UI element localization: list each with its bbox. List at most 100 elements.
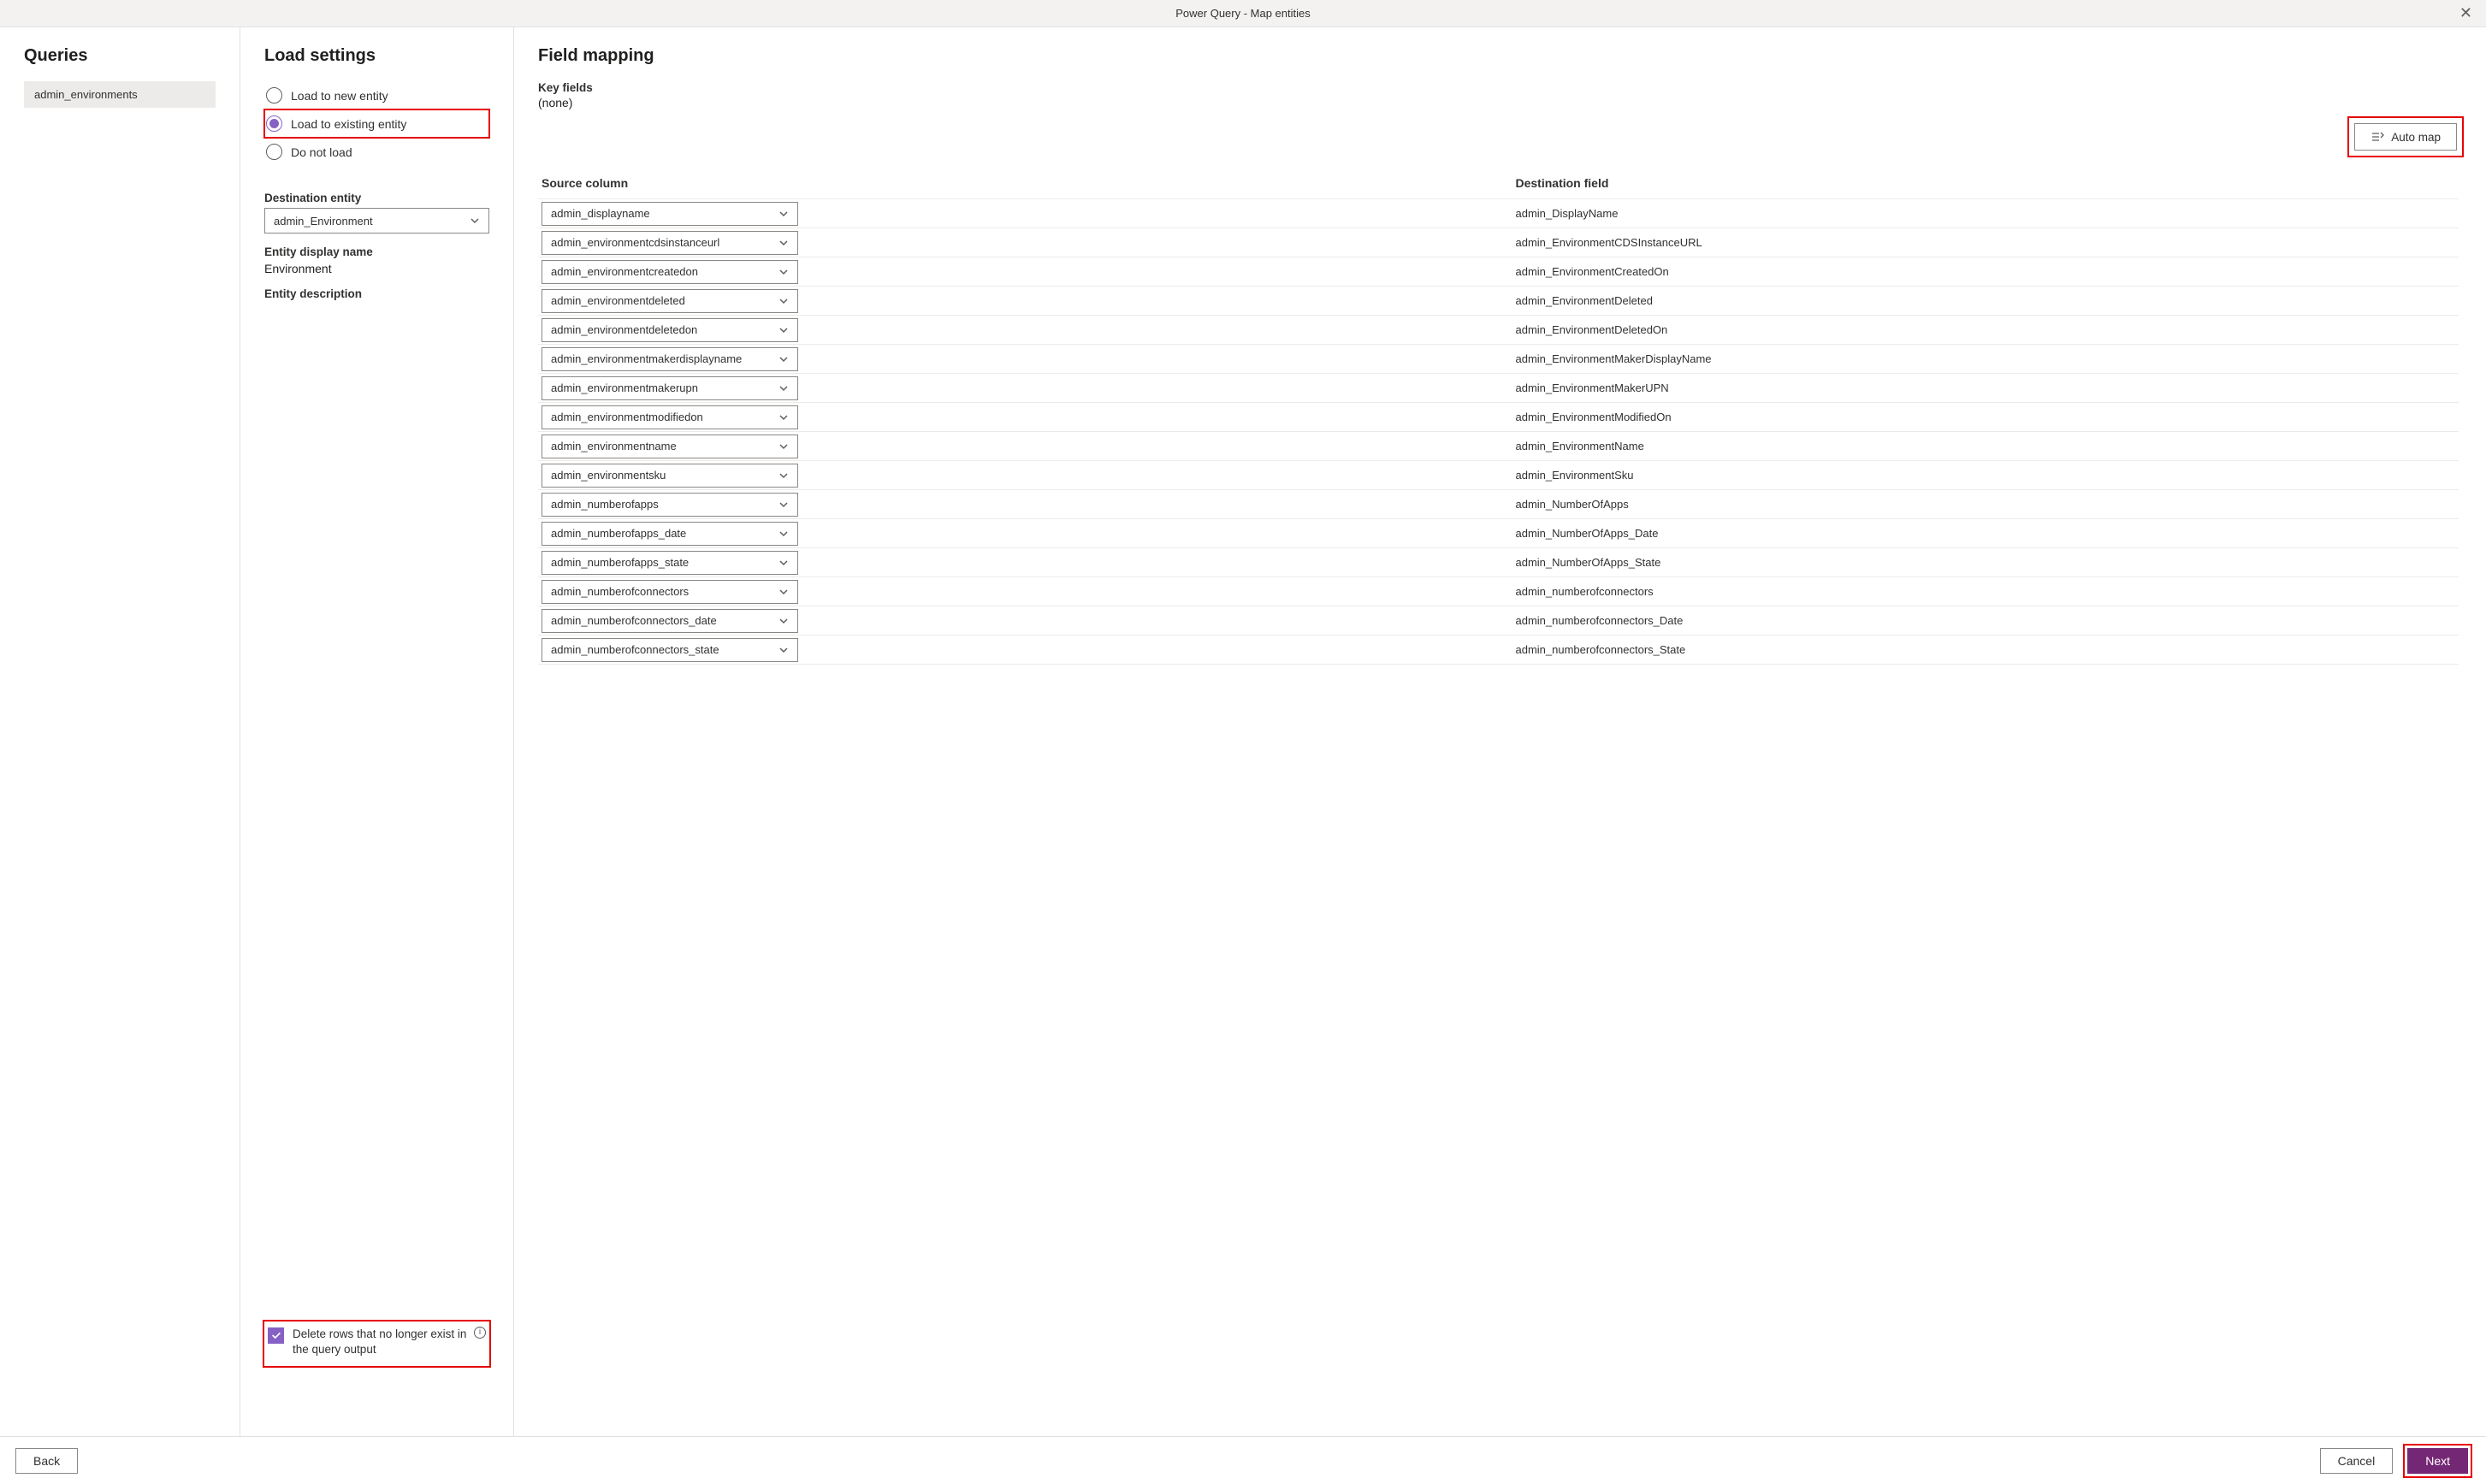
source-column-value: admin_numberofapps bbox=[551, 498, 659, 511]
chevron-down-icon bbox=[778, 500, 789, 510]
source-col-header: Source column bbox=[542, 176, 1482, 190]
source-column-select[interactable]: admin_numberofapps_date bbox=[542, 522, 798, 546]
cancel-button[interactable]: Cancel bbox=[2320, 1448, 2394, 1474]
chevron-down-icon bbox=[778, 616, 789, 626]
dest-entity-value: admin_Environment bbox=[274, 215, 373, 228]
display-name-value: Environment bbox=[264, 262, 489, 275]
source-column-select[interactable]: admin_environmentdeleted bbox=[542, 289, 798, 313]
source-column-value: admin_environmentmodifiedon bbox=[551, 411, 703, 423]
mapping-row: admin_environmentmakerdisplaynameadmin_E… bbox=[538, 345, 2459, 374]
dest-entity-select[interactable]: admin_Environment bbox=[264, 208, 489, 234]
source-column-value: admin_environmentmakerupn bbox=[551, 381, 698, 394]
close-icon[interactable]: ✕ bbox=[2454, 4, 2477, 22]
destination-field-value: admin_NumberOfApps_State bbox=[1516, 556, 2456, 569]
source-column-select[interactable]: admin_environmentname bbox=[542, 435, 798, 458]
source-column-select[interactable]: admin_numberofconnectors_date bbox=[542, 609, 798, 633]
source-column-value: admin_environmentmakerdisplayname bbox=[551, 352, 742, 365]
mapping-row: admin_displaynameadmin_DisplayName bbox=[538, 199, 2459, 228]
mapping-row: admin_numberofconnectors_date admin_numbe… bbox=[538, 606, 2459, 636]
source-column-value: admin_displayname bbox=[551, 207, 650, 220]
chevron-down-icon bbox=[778, 238, 789, 248]
destination-field-value: admin_numberofconnectors_Date bbox=[1516, 614, 2456, 627]
dest-field-header: Destination field bbox=[1516, 176, 2456, 190]
source-column-select[interactable]: admin_environmentcdsinstanceurl bbox=[542, 231, 798, 255]
mapping-row: admin_environmentmodifiedon admin_Environ… bbox=[538, 403, 2459, 432]
mapping-header: Source column Destination field bbox=[538, 171, 2459, 199]
destination-field-value: admin_NumberOfApps bbox=[1516, 498, 2456, 511]
source-column-select[interactable]: admin_numberofconnectors bbox=[542, 580, 798, 604]
chevron-down-icon bbox=[778, 296, 789, 306]
chevron-down-icon bbox=[778, 209, 789, 219]
load-settings-pane: Load settings Load to new entity Load to… bbox=[240, 27, 513, 1436]
mapping-row: admin_environmentnameadmin_EnvironmentNa… bbox=[538, 432, 2459, 461]
checkbox-icon[interactable] bbox=[268, 1327, 284, 1344]
automap-label: Auto map bbox=[2391, 131, 2441, 144]
mapping-table[interactable]: Source column Destination field admin_di… bbox=[538, 171, 2462, 1417]
source-column-value: admin_environmentdeletedon bbox=[551, 323, 697, 336]
destination-field-value: admin_EnvironmentDeleted bbox=[1516, 294, 2456, 307]
radio-label: Load to existing entity bbox=[291, 117, 406, 131]
mapping-row: admin_environmentsku admin_EnvironmentSku bbox=[538, 461, 2459, 490]
chevron-down-icon bbox=[778, 354, 789, 364]
automap-icon bbox=[2371, 130, 2384, 144]
radio-do-not-load[interactable]: Do not load bbox=[264, 138, 489, 166]
mapping-row: admin_environmentmakerupn admin_Environme… bbox=[538, 374, 2459, 403]
radio-label: Load to new entity bbox=[291, 89, 388, 103]
destination-field-value: admin_EnvironmentModifiedOn bbox=[1516, 411, 2456, 423]
automap-button[interactable]: Auto map bbox=[2354, 123, 2457, 151]
destination-field-value: admin_numberofconnectors_State bbox=[1516, 643, 2456, 656]
window-title: Power Query - Map entities bbox=[1175, 7, 1311, 20]
mapping-row: admin_numberofapps_state admin_NumberOfAp… bbox=[538, 548, 2459, 577]
chevron-down-icon bbox=[778, 267, 789, 277]
titlebar: Power Query - Map entities ✕ bbox=[0, 0, 2486, 27]
chevron-down-icon bbox=[778, 529, 789, 539]
destination-field-value: admin_numberofconnectors bbox=[1516, 585, 2456, 598]
mapping-row: admin_environmentcreatedonadmin_Environm… bbox=[538, 257, 2459, 287]
back-button[interactable]: Back bbox=[15, 1448, 78, 1474]
source-column-select[interactable]: admin_numberofapps_state bbox=[542, 551, 798, 575]
radio-icon bbox=[266, 87, 282, 103]
chevron-down-icon bbox=[778, 412, 789, 423]
source-column-value: admin_numberofconnectors_state bbox=[551, 643, 719, 656]
chevron-down-icon bbox=[778, 558, 789, 568]
query-item[interactable]: admin_environments bbox=[24, 81, 216, 108]
source-column-value: admin_numberofapps_date bbox=[551, 527, 686, 540]
delete-rows-option[interactable]: Delete rows that no longer exist in the … bbox=[264, 1321, 489, 1366]
destination-field-value: admin_EnvironmentCDSInstanceURL bbox=[1516, 236, 2456, 249]
source-column-select[interactable]: admin_numberofconnectors_state bbox=[542, 638, 798, 662]
field-mapping-heading: Field mapping bbox=[538, 46, 2462, 66]
mapping-row: admin_environmentdeletedonadmin_Environm… bbox=[538, 316, 2459, 345]
mapping-row: admin_environmentcdsinstanceurl admin_Env… bbox=[538, 228, 2459, 257]
queries-heading: Queries bbox=[24, 46, 216, 66]
source-column-select[interactable]: admin_environmentsku bbox=[542, 464, 798, 488]
radio-label: Do not load bbox=[291, 145, 352, 159]
footer: Back Cancel Next bbox=[0, 1436, 2486, 1484]
destination-field-value: admin_EnvironmentSku bbox=[1516, 469, 2456, 482]
mapping-row: admin_numberofconnectors admin_numberofco… bbox=[538, 577, 2459, 606]
info-icon[interactable]: i bbox=[474, 1327, 486, 1339]
chevron-down-icon bbox=[470, 216, 480, 226]
source-column-select[interactable]: admin_environmentmodifiedon bbox=[542, 405, 798, 429]
chevron-down-icon bbox=[778, 441, 789, 452]
chevron-down-icon bbox=[778, 383, 789, 393]
next-button[interactable]: Next bbox=[2407, 1448, 2468, 1474]
source-column-value: admin_environmentcreatedon bbox=[551, 265, 698, 278]
chevron-down-icon bbox=[778, 470, 789, 481]
key-fields-value: (none) bbox=[538, 96, 2462, 109]
source-column-value: admin_numberofconnectors bbox=[551, 585, 689, 598]
source-column-select[interactable]: admin_environmentmakerupn bbox=[542, 376, 798, 400]
source-column-select[interactable]: admin_numberofapps bbox=[542, 493, 798, 517]
radio-load-new[interactable]: Load to new entity bbox=[264, 81, 489, 109]
source-column-select[interactable]: admin_environmentdeletedon bbox=[542, 318, 798, 342]
source-column-value: admin_numberofapps_state bbox=[551, 556, 689, 569]
destination-field-value: admin_EnvironmentMakerUPN bbox=[1516, 381, 2456, 394]
source-column-value: admin_environmentname bbox=[551, 440, 677, 452]
field-mapping-pane: Field mapping Key fields (none) Auto map… bbox=[513, 27, 2486, 1436]
source-column-select[interactable]: admin_environmentmakerdisplayname bbox=[542, 347, 798, 371]
source-column-select[interactable]: admin_displayname bbox=[542, 202, 798, 226]
display-name-label: Entity display name bbox=[264, 245, 489, 258]
key-fields-label: Key fields bbox=[538, 81, 2462, 94]
radio-load-existing[interactable]: Load to existing entity bbox=[264, 109, 489, 138]
source-column-value: admin_numberofconnectors_date bbox=[551, 614, 717, 627]
source-column-select[interactable]: admin_environmentcreatedon bbox=[542, 260, 798, 284]
